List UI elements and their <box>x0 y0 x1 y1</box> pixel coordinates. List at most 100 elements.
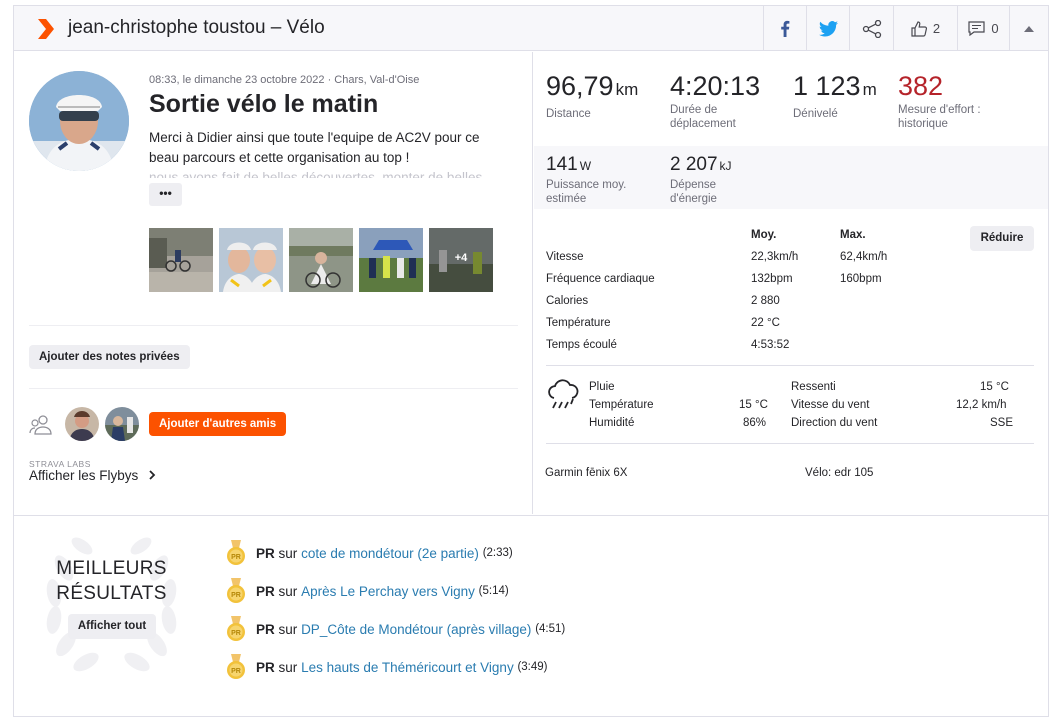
friend-avatar[interactable] <box>65 407 99 441</box>
svg-text:PR: PR <box>231 630 241 637</box>
weather-value: 15 °C <box>980 381 1009 393</box>
stat-elevation: 1 123 m Dénivelé <box>793 71 877 121</box>
activity-photo-more[interactable]: +4 <box>429 228 493 292</box>
weather-condition: Pluie <box>589 381 615 393</box>
stat-label: Mesure d'effort : <box>898 104 981 116</box>
stat-label: estimée <box>546 193 587 205</box>
pr-sur: sur <box>278 659 298 675</box>
detail-avg: 4:53:52 <box>751 339 790 351</box>
bike-name[interactable]: Vélo: edr 105 <box>805 467 873 479</box>
detail-max: 160bpm <box>840 273 882 285</box>
description-line: beau parcours et cette organisation au t… <box>149 150 410 165</box>
weather-label: Vitesse du vent <box>791 399 870 411</box>
weather-label: Ressenti <box>791 381 836 393</box>
comments-button[interactable]: 0 <box>957 6 1009 51</box>
activity-meta: 08:33, le dimanche 23 octobre 2022 · Cha… <box>149 74 420 86</box>
pr-item: PR PR sur Après Le Perchay vers Vigny (5… <box>226 578 509 604</box>
activity-photo[interactable] <box>289 228 353 292</box>
stat-relative-effort[interactable]: 382 Mesure d'effort : historique <box>898 71 981 131</box>
friend-avatar[interactable] <box>105 407 139 441</box>
share-button[interactable] <box>849 6 893 51</box>
column-header-avg: Moy. <box>751 229 777 241</box>
svg-text:PR: PR <box>231 592 241 599</box>
segment-link[interactable]: Après Le Perchay vers Vigny <box>301 584 475 599</box>
reduce-button[interactable]: Réduire <box>970 226 1034 251</box>
photo-more-count: +4 <box>454 252 468 264</box>
stat-label: Puissance moy. <box>546 179 627 191</box>
activity-summary: 08:33, le dimanche 23 octobre 2022 · Cha… <box>14 52 533 514</box>
best-efforts: MEILLEURS RÉSULTATS Afficher tout PR PR s… <box>14 515 1048 718</box>
svg-text:PR: PR <box>231 554 241 561</box>
activity-photo[interactable] <box>359 228 423 292</box>
stat-value: 382 <box>898 71 944 101</box>
twitter-icon <box>818 20 838 37</box>
detail-label: Temps écoulé <box>546 339 617 351</box>
weather-value: SSE <box>990 417 1014 429</box>
group-icon <box>29 415 52 435</box>
pr-label: PR <box>256 583 275 599</box>
best-efforts-title: RÉSULTATS <box>56 583 167 604</box>
add-friends-button[interactable]: Ajouter d'autres amis <box>149 412 287 436</box>
stat-label: historique <box>898 118 948 130</box>
chevron-right-icon <box>149 470 156 480</box>
caret-up-icon <box>1024 25 1034 32</box>
collapse-button[interactable] <box>1009 6 1048 51</box>
pr-time: (4:51) <box>535 623 566 635</box>
detail-avg: 22 °C <box>751 317 780 329</box>
segment-link[interactable]: cote de mondétour (2e partie) <box>301 546 479 561</box>
best-efforts-badge: MEILLEURS RÉSULTATS Afficher tout <box>44 528 179 678</box>
facebook-icon <box>781 20 790 37</box>
twitter-share-button[interactable] <box>806 6 849 51</box>
show-all-button[interactable]: Afficher tout <box>68 614 156 639</box>
pr-label: PR <box>256 659 275 675</box>
facebook-share-button[interactable] <box>763 6 806 51</box>
pr-sur: sur <box>278 545 298 561</box>
flybys-link[interactable]: Afficher les Flybys <box>29 468 156 483</box>
weather-label: Direction du vent <box>791 417 878 429</box>
activity-description: Merci à Didier ainsi que toute l'equipe … <box>149 128 519 178</box>
segment-link[interactable]: Les hauts de Théméricourt et Vigny <box>301 660 514 675</box>
activity-name[interactable]: Sortie vélo le matin <box>149 90 378 119</box>
detail-avg: 22,3km/h <box>751 251 799 263</box>
pr-item: PR PR sur Les hauts de Théméricourt et V… <box>226 654 548 680</box>
pr-sur: sur <box>278 583 298 599</box>
pr-sur: sur <box>278 621 298 637</box>
stat-value: 141 <box>546 154 578 175</box>
stat-energy: 2 207 kJ Dépense d'énergie <box>670 154 732 206</box>
stat-label: déplacement <box>670 118 736 130</box>
detail-max: 62,4km/h <box>840 251 888 263</box>
stat-unit: W <box>579 159 592 173</box>
pr-medal-icon: PR <box>227 540 245 565</box>
stat-label: Dépense <box>670 179 717 191</box>
kudos-button[interactable]: 2 <box>893 6 957 51</box>
detail-avg: 132bpm <box>751 273 793 285</box>
pr-medal-icon: PR <box>227 654 245 679</box>
segment-link[interactable]: DP_Côte de Mondétour (après village) <box>301 622 531 637</box>
page-title: jean-christophe toustou – Vélo <box>68 17 325 38</box>
detail-label: Calories <box>546 295 589 307</box>
expand-description-button[interactable]: ••• <box>149 183 182 206</box>
stat-unit: km <box>615 80 639 99</box>
pr-item: PR PR sur cote de mondétour (2e partie) … <box>226 540 513 566</box>
athlete-avatar[interactable] <box>29 71 129 171</box>
stat-label: Distance <box>546 108 591 120</box>
activity-photo[interactable] <box>219 228 283 292</box>
pr-time: (2:33) <box>482 547 513 559</box>
detail-label: Fréquence cardiaque <box>546 273 655 285</box>
divider <box>546 365 1034 366</box>
stat-label: Durée de <box>670 104 718 116</box>
add-private-notes-button[interactable]: Ajouter des notes privées <box>29 345 190 369</box>
strava-chevron-icon <box>38 19 54 39</box>
pr-time: (5:14) <box>478 585 509 597</box>
stat-unit: m <box>862 80 877 99</box>
device-name: Garmin fēnix 6X <box>545 467 628 479</box>
stat-power: 141 W Puissance moy. estimée <box>546 154 626 206</box>
stat-value: 96,79 <box>546 71 614 101</box>
comment-icon <box>968 21 985 36</box>
divider <box>546 443 1034 444</box>
stat-distance: 96,79 km Distance <box>546 71 638 121</box>
activity-card: jean-christophe toustou – Vélo 2 0 08:33… <box>13 5 1049 717</box>
activity-photo[interactable] <box>149 228 213 292</box>
svg-text:PR: PR <box>231 668 241 675</box>
divider <box>29 325 518 326</box>
